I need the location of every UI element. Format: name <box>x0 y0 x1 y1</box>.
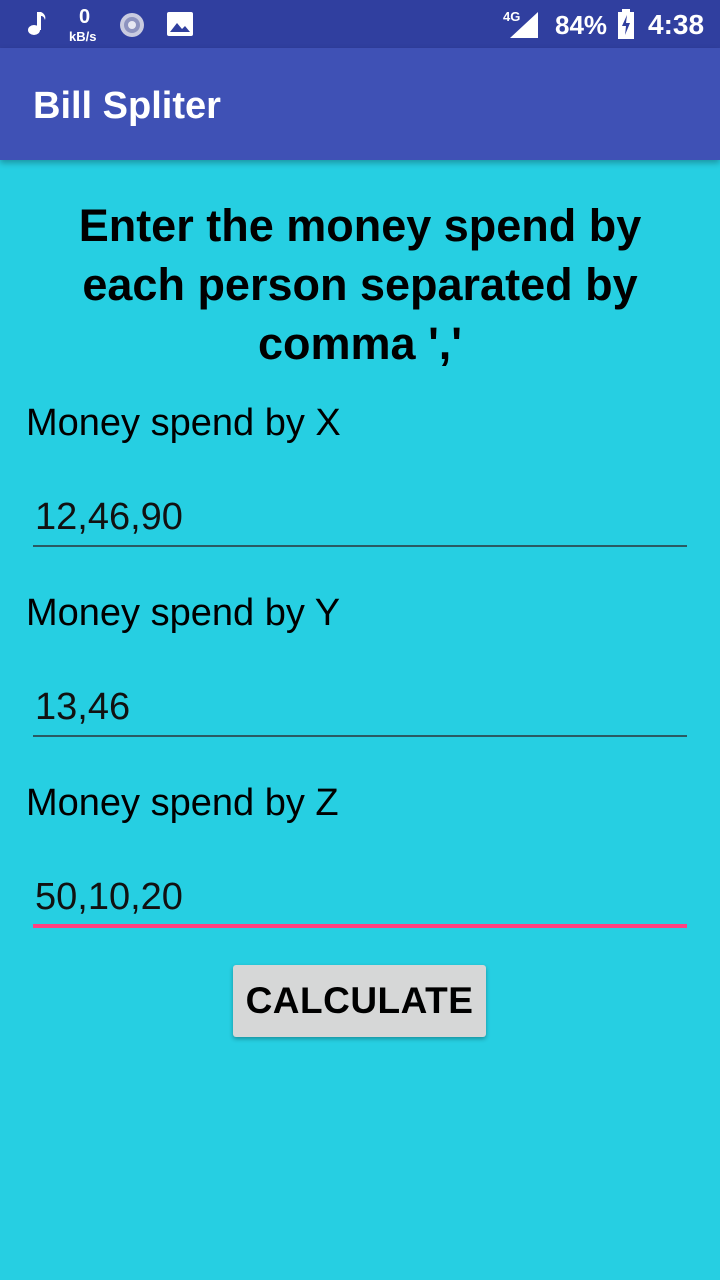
calculate-button[interactable]: CALCULATE <box>233 965 486 1037</box>
money-z-input[interactable]: 50,10,20 <box>33 872 687 922</box>
money-z-underline <box>33 924 687 928</box>
signal-icon <box>510 12 540 43</box>
battery-charging-icon <box>617 9 635 44</box>
money-y-input[interactable]: 13,46 <box>33 682 687 732</box>
instruction-heading: Enter the money spend by each person sep… <box>78 200 642 369</box>
status-bar: 0 kB/s 4G 84% 4:38 <box>0 0 720 48</box>
label-money-y: Money spend by Y <box>26 592 341 634</box>
battery-percent: 84% <box>555 10 608 40</box>
net-speed-value: 0 <box>79 6 91 28</box>
label-money-z: Money spend by Z <box>26 782 339 824</box>
money-x-input[interactable]: 12,46,90 <box>33 492 687 542</box>
label-money-x: Money spend by X <box>26 402 341 444</box>
money-x-underline <box>33 545 687 547</box>
clock-time: 4:38 <box>648 9 705 40</box>
music-note-icon <box>24 10 48 43</box>
app-title: Bill Spliter <box>33 85 221 127</box>
money-y-underline <box>33 735 687 737</box>
app-bar: Bill Spliter <box>0 48 720 160</box>
image-icon <box>166 11 194 42</box>
net-speed-unit: kB/s <box>69 29 97 44</box>
sync-icon <box>117 10 147 45</box>
